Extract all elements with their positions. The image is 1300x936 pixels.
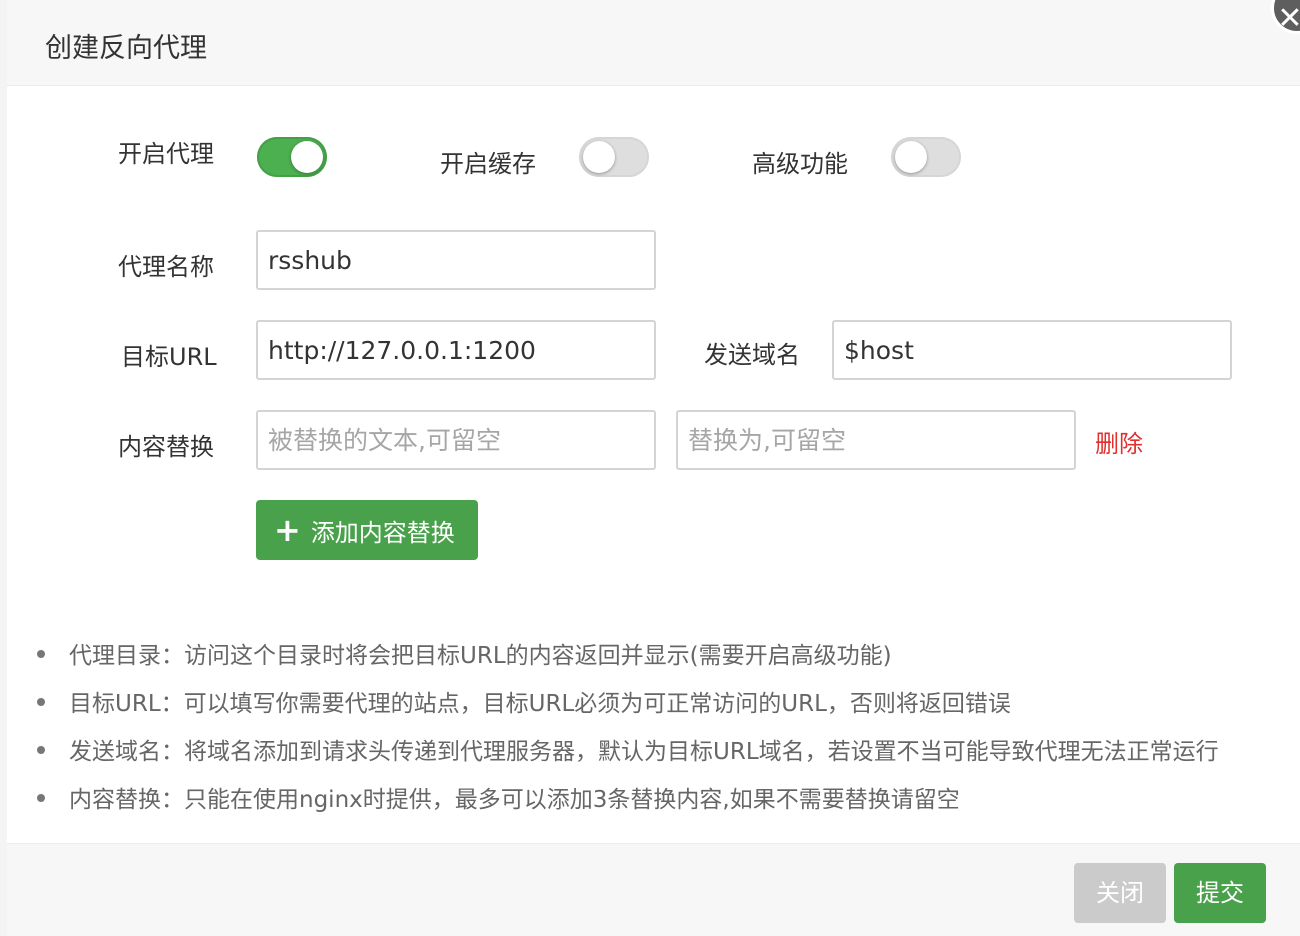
send-host-label: 发送域名: [704, 341, 800, 369]
close-button[interactable]: 关闭: [1074, 863, 1166, 923]
proxy-toggle[interactable]: [257, 137, 327, 177]
replace-to-input[interactable]: [676, 410, 1076, 470]
help-tip: 代理目录：访问这个目录时将会把目标URL的内容返回并显示(需要开启高级功能): [35, 636, 1219, 684]
proxy-name-label: 代理名称: [118, 253, 214, 281]
submit-button[interactable]: 提交: [1174, 863, 1266, 923]
toggle-knob: [895, 141, 927, 173]
target-url-input[interactable]: [256, 320, 656, 380]
help-tips-list: 代理目录：访问这个目录时将会把目标URL的内容返回并显示(需要开启高级功能) 目…: [35, 636, 1219, 828]
content-replace-label: 内容替换: [118, 433, 214, 461]
toggle-knob: [583, 141, 615, 173]
target-url-label: 目标URL: [121, 343, 217, 371]
delete-replace-link[interactable]: 删除: [1095, 424, 1143, 459]
dialog-footer: 关闭 提交: [7, 843, 1300, 936]
toggle-knob: [291, 141, 323, 173]
add-content-replace-label: 添加内容替换: [310, 518, 455, 547]
help-tip: 发送域名：将域名添加到请求头传递到代理服务器，默认为目标URL域名，若设置不当可…: [35, 732, 1219, 780]
proxy-toggle-label: 开启代理: [118, 140, 214, 168]
cache-toggle-label: 开启缓存: [440, 150, 536, 178]
advanced-toggle-label: 高级功能: [752, 150, 848, 178]
cache-toggle[interactable]: [579, 137, 649, 177]
plus-icon: +: [274, 511, 301, 549]
dialog-header: 创建反向代理: [7, 0, 1300, 86]
proxy-name-input[interactable]: [256, 230, 656, 290]
help-tip: 目标URL：可以填写你需要代理的站点，目标URL必须为可正常访问的URL，否则将…: [35, 684, 1219, 732]
help-tip: 内容替换：只能在使用nginx时提供，最多可以添加3条替换内容,如果不需要替换请…: [35, 780, 1219, 828]
send-host-input[interactable]: [832, 320, 1232, 380]
add-content-replace-button[interactable]: + 添加内容替换: [256, 500, 478, 560]
dialog-title: 创建反向代理: [45, 33, 207, 64]
replace-from-input[interactable]: [256, 410, 656, 470]
advanced-toggle[interactable]: [891, 137, 961, 177]
create-reverse-proxy-dialog: 创建反向代理 开启代理 开启缓存 高级功能 代理名称 目标URL 发送域名 内容…: [7, 0, 1300, 936]
